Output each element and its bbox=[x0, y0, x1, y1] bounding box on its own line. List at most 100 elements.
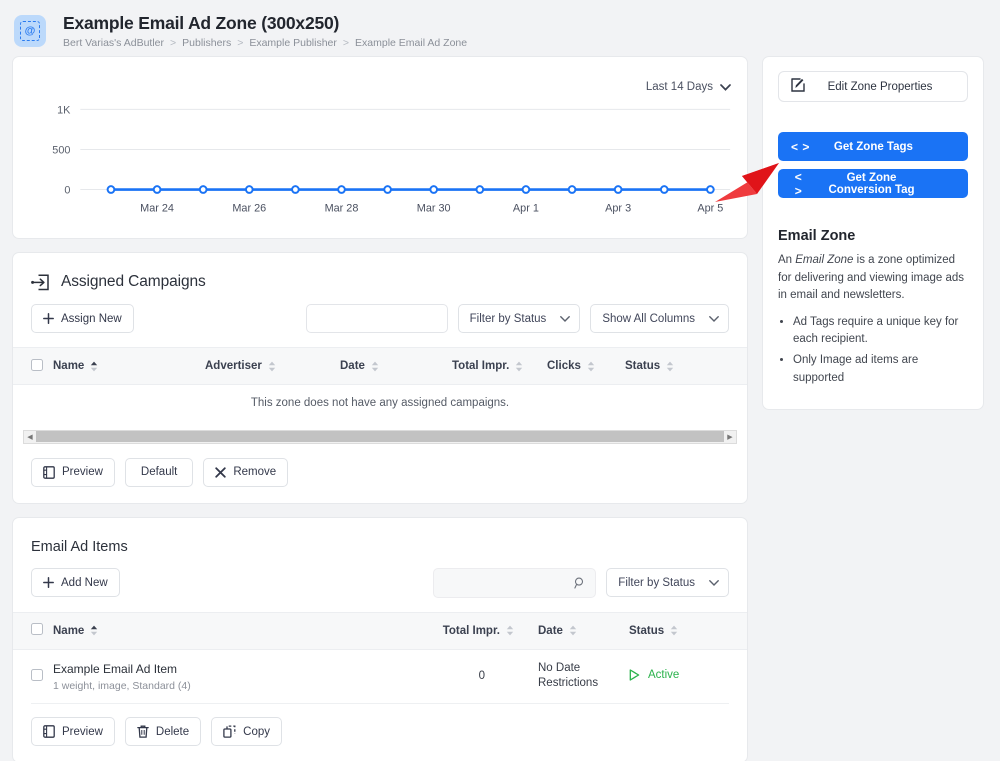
film-icon bbox=[43, 466, 55, 479]
breadcrumb-item-1[interactable]: Publishers bbox=[182, 37, 231, 49]
ad-items-header-name[interactable]: Name bbox=[53, 612, 402, 649]
ad-items-header-date-label: Date bbox=[538, 625, 563, 637]
info-title: Email Zone bbox=[778, 228, 968, 244]
campaigns-header-clicks[interactable]: Clicks bbox=[547, 348, 625, 385]
close-x-icon bbox=[215, 467, 226, 478]
copy-icon bbox=[223, 725, 236, 738]
row-checkbox[interactable] bbox=[31, 669, 43, 681]
assigned-campaigns-card: Assigned Campaigns Assign New Filter by … bbox=[12, 252, 748, 504]
chevron-down-icon bbox=[560, 316, 570, 322]
show-all-columns-select[interactable]: Show All Columns bbox=[590, 304, 729, 333]
campaigns-header-status[interactable]: Status bbox=[625, 348, 747, 385]
sort-icon bbox=[587, 361, 595, 372]
get-zone-tags-button[interactable]: < > Get Zone Tags bbox=[778, 132, 968, 161]
ad-items-header-status[interactable]: Status bbox=[629, 612, 747, 649]
campaigns-header-name[interactable]: Name bbox=[53, 348, 205, 385]
campaigns-filter-by-status-select[interactable]: Filter by Status bbox=[458, 304, 581, 333]
campaigns-header-date[interactable]: Date bbox=[340, 348, 452, 385]
breadcrumb-item-3[interactable]: Example Email Ad Zone bbox=[355, 37, 467, 49]
code-brackets-icon: < > bbox=[791, 170, 806, 198]
impressions-line-chart: 05001KMar 24Mar 26Mar 28Mar 30Apr 1Apr 3… bbox=[13, 57, 747, 238]
ad-items-table: Name Total Impr. bbox=[13, 612, 747, 704]
sort-icon bbox=[506, 625, 514, 636]
email-zone-icon-glyph: @ bbox=[20, 21, 40, 41]
sort-icon bbox=[515, 361, 523, 372]
status-label: Active bbox=[648, 669, 679, 681]
trash-icon bbox=[137, 725, 149, 738]
ad-items-header-row: Name Total Impr. bbox=[13, 612, 747, 649]
ad-items-delete-label: Delete bbox=[156, 726, 189, 738]
chevron-down-icon bbox=[709, 316, 719, 322]
body-wrapper: Last 14 Days 05001KMar 24Mar 26Mar 28Mar… bbox=[0, 56, 1000, 761]
chevron-down-icon bbox=[709, 580, 719, 586]
code-brackets-icon: < > bbox=[791, 140, 810, 154]
campaigns-search-input[interactable] bbox=[306, 304, 448, 333]
ad-items-delete-button[interactable]: Delete bbox=[125, 717, 201, 746]
campaigns-empty-row: This zone does not have any assigned cam… bbox=[13, 385, 747, 421]
ad-items-search-input[interactable] bbox=[433, 568, 596, 598]
ad-items-table-body: Example Email Ad Item 1 weight, image, S… bbox=[13, 649, 747, 703]
table-row[interactable]: Example Email Ad Item 1 weight, image, S… bbox=[13, 649, 747, 703]
stats-chart-card: Last 14 Days 05001KMar 24Mar 26Mar 28Mar… bbox=[12, 56, 748, 239]
sort-icon bbox=[268, 361, 276, 372]
add-new-label: Add New bbox=[61, 577, 108, 589]
scroll-right-arrow-icon[interactable]: ▶ bbox=[724, 433, 736, 441]
ad-items-select-all-checkbox[interactable] bbox=[31, 623, 43, 635]
campaigns-table-body: This zone does not have any assigned cam… bbox=[13, 385, 747, 421]
ad-items-copy-button[interactable]: Copy bbox=[211, 717, 282, 746]
get-zone-conversion-tag-label: Get Zone Conversion Tag bbox=[816, 172, 955, 196]
campaigns-header-total-impr[interactable]: Total Impr. bbox=[452, 348, 547, 385]
campaigns-preview-label: Preview bbox=[62, 466, 103, 478]
campaigns-filter-label: Filter by Status bbox=[470, 313, 547, 325]
breadcrumb: Bert Varias's AdButler > Publishers > Ex… bbox=[63, 37, 467, 49]
page-header: @ Example Email Ad Zone (300x250) Bert V… bbox=[0, 0, 1000, 56]
info-paragraph-part-1: An bbox=[778, 254, 795, 266]
ad-items-table-head: Name Total Impr. bbox=[13, 612, 747, 649]
assign-new-button[interactable]: Assign New bbox=[31, 304, 134, 333]
ad-items-filter-by-status-select[interactable]: Filter by Status bbox=[606, 568, 729, 597]
ad-items-header-date[interactable]: Date bbox=[514, 612, 629, 649]
svg-text:Apr 1: Apr 1 bbox=[513, 202, 539, 214]
campaigns-select-all-checkbox[interactable] bbox=[31, 359, 43, 371]
campaigns-header-status-label: Status bbox=[625, 360, 660, 372]
sort-asc-icon bbox=[90, 625, 98, 636]
list-item: Only Image ad items are supported bbox=[793, 352, 968, 387]
row-subtitle: 1 weight, image, Standard (4) bbox=[53, 680, 402, 692]
campaigns-preview-button[interactable]: Preview bbox=[31, 458, 115, 487]
ad-items-preview-button[interactable]: Preview bbox=[31, 717, 115, 746]
campaigns-default-button[interactable]: Default bbox=[125, 458, 193, 487]
breadcrumb-item-2[interactable]: Example Publisher bbox=[249, 37, 337, 49]
play-triangle-icon bbox=[629, 669, 640, 681]
campaigns-default-label: Default bbox=[141, 466, 177, 478]
ad-items-header-total-impr-label: Total Impr. bbox=[443, 625, 500, 637]
edit-zone-properties-button[interactable]: Edit Zone Properties bbox=[778, 71, 968, 102]
svg-text:Apr 3: Apr 3 bbox=[605, 202, 631, 214]
email-ad-items-card: Email Ad Items Add New bbox=[12, 517, 748, 761]
page-title: Example Email Ad Zone (300x250) bbox=[63, 13, 467, 33]
status-badge: Active bbox=[629, 669, 679, 681]
sort-icon bbox=[371, 361, 379, 372]
header-text-block: Example Email Ad Zone (300x250) Bert Var… bbox=[63, 13, 467, 49]
get-zone-conversion-tag-button[interactable]: < > Get Zone Conversion Tag bbox=[778, 169, 968, 198]
campaigns-horizontal-scrollbar[interactable]: ◀ ▶ bbox=[23, 430, 737, 444]
svg-text:Mar 30: Mar 30 bbox=[417, 202, 451, 214]
row-status-cell: Active bbox=[629, 649, 747, 703]
campaigns-header-advertiser[interactable]: Advertiser bbox=[205, 348, 340, 385]
campaigns-toolbar: Assign New Filter by Status Show All Col… bbox=[13, 291, 747, 347]
scrollbar-thumb[interactable] bbox=[36, 431, 724, 442]
campaigns-header-advertiser-label: Advertiser bbox=[205, 360, 262, 372]
sidebar: Edit Zone Properties < > Get Zone Tags <… bbox=[762, 56, 984, 410]
scroll-left-arrow-icon[interactable]: ◀ bbox=[24, 433, 36, 441]
add-new-button[interactable]: Add New bbox=[31, 568, 120, 597]
breadcrumb-item-0[interactable]: Bert Varias's AdButler bbox=[63, 37, 164, 49]
email-zone-icon: @ bbox=[14, 15, 46, 47]
campaigns-table-head: Name Advertiser bbox=[13, 348, 747, 385]
edit-square-icon bbox=[791, 78, 805, 95]
campaigns-remove-button[interactable]: Remove bbox=[203, 458, 288, 487]
svg-text:Apr 5: Apr 5 bbox=[697, 202, 723, 214]
row-name[interactable]: Example Email Ad Item bbox=[53, 661, 402, 677]
ad-items-header-total-impr[interactable]: Total Impr. bbox=[402, 612, 514, 649]
ad-items-preview-label: Preview bbox=[62, 726, 103, 738]
row-total-impr: 0 bbox=[402, 649, 514, 703]
sort-icon bbox=[670, 625, 678, 636]
